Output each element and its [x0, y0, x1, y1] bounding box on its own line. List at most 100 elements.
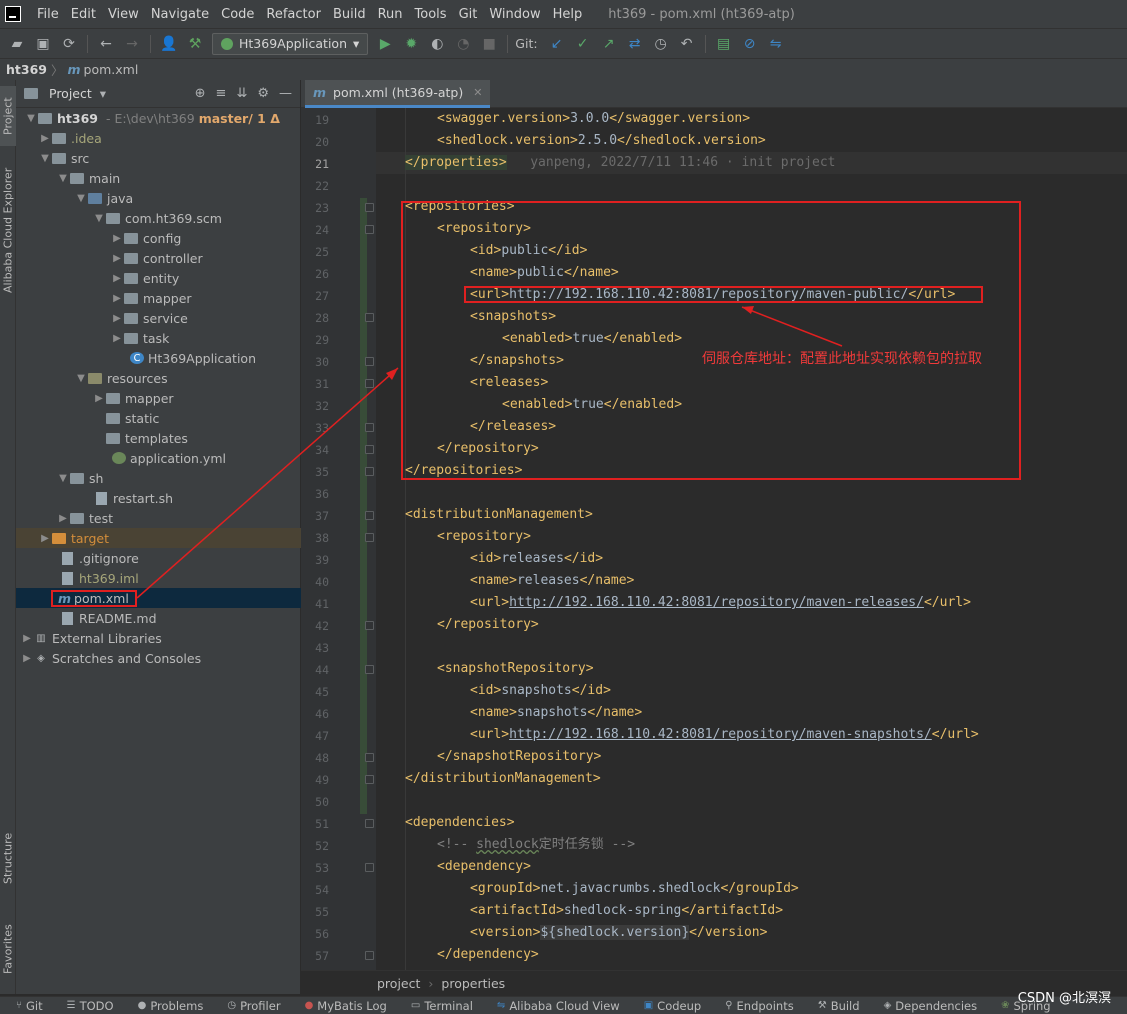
- close-icon[interactable]: ✕: [473, 86, 482, 99]
- fold-marker-icon[interactable]: [365, 665, 374, 674]
- chevron-right-icon[interactable]: ▶: [92, 393, 106, 404]
- chevron-down-icon[interactable]: ▼: [74, 193, 88, 204]
- run-icon[interactable]: ▶: [374, 33, 396, 55]
- chevron-right-icon[interactable]: ▶: [110, 253, 124, 264]
- open-folder-icon[interactable]: ▰: [6, 33, 28, 55]
- git-push-icon[interactable]: ↗: [598, 33, 620, 55]
- save-icon[interactable]: ▣: [32, 33, 54, 55]
- crumb-properties[interactable]: properties: [441, 976, 505, 991]
- chevron-right-icon[interactable]: ▶: [20, 653, 34, 664]
- fold-marker-icon[interactable]: [365, 533, 374, 542]
- tree-node-service[interactable]: ▶ service: [16, 308, 301, 328]
- tree-node-mapper[interactable]: ▶ mapper: [16, 288, 301, 308]
- tool-endpoints[interactable]: ⚲ Endpoints: [725, 999, 794, 1013]
- fold-marker-icon[interactable]: [365, 467, 374, 476]
- chevron-right-icon[interactable]: ▶: [110, 333, 124, 344]
- tree-node-config[interactable]: ▶ config: [16, 228, 301, 248]
- forward-icon[interactable]: →: [121, 33, 143, 55]
- chevron-right-icon[interactable]: ▶: [110, 273, 124, 284]
- tab-pom-xml[interactable]: m pom.xml (ht369-atp) ✕: [305, 80, 491, 108]
- tool-tab-structure[interactable]: Structure: [0, 828, 16, 888]
- chevron-right-icon[interactable]: ▶: [110, 293, 124, 304]
- tree-node-idea[interactable]: ▶ .idea: [16, 128, 301, 148]
- tree-node-application-class[interactable]: C Ht369Application: [16, 348, 301, 368]
- tool-tab-project[interactable]: Project: [0, 86, 16, 146]
- menu-build[interactable]: Build: [327, 7, 372, 22]
- project-panel-title[interactable]: Project: [49, 86, 92, 101]
- fold-marker-icon[interactable]: [365, 225, 374, 234]
- menu-tools[interactable]: Tools: [409, 7, 453, 22]
- tool-terminal[interactable]: ▭ Terminal: [411, 999, 473, 1013]
- sync-icon[interactable]: ⟳: [58, 33, 80, 55]
- tree-node-application-yml[interactable]: application.yml: [16, 448, 301, 468]
- git-update-icon[interactable]: ↙: [546, 33, 568, 55]
- tree-node-static[interactable]: static: [16, 408, 301, 428]
- tree-node-src[interactable]: ▼ src: [16, 148, 301, 168]
- chevron-right-icon[interactable]: ▶: [110, 233, 124, 244]
- fold-marker-icon[interactable]: [365, 819, 374, 828]
- tool-mybatis-log[interactable]: ● MyBatis Log: [305, 999, 387, 1013]
- cloud-link-icon[interactable]: ⇋: [765, 33, 787, 55]
- tree-node-readme[interactable]: README.md: [16, 608, 301, 628]
- tool-profiler[interactable]: ◷ Profiler: [227, 999, 280, 1013]
- tree-node-templates[interactable]: templates: [16, 428, 301, 448]
- tree-node-package[interactable]: ▼ com.ht369.scm: [16, 208, 301, 228]
- menu-window[interactable]: Window: [483, 7, 546, 22]
- stop-icon[interactable]: ■: [478, 33, 500, 55]
- coverage-icon[interactable]: ◐: [426, 33, 448, 55]
- menu-edit[interactable]: Edit: [65, 7, 102, 22]
- fold-marker-icon[interactable]: [365, 753, 374, 762]
- debug-icon[interactable]: ✹: [400, 33, 422, 55]
- tool-alibaba-cloud-view[interactable]: ⇋ Alibaba Cloud View: [497, 999, 620, 1013]
- tool-dependencies[interactable]: ◈ Dependencies: [884, 999, 978, 1013]
- fold-marker-icon[interactable]: [365, 445, 374, 454]
- tool-tab-alibaba-cloud[interactable]: Alibaba Cloud Explorer: [0, 160, 16, 300]
- chevron-down-icon[interactable]: ▼: [56, 473, 70, 484]
- tree-node-sh[interactable]: ▼ sh: [16, 468, 301, 488]
- chevron-right-icon[interactable]: ▶: [20, 633, 34, 644]
- gear-icon[interactable]: ⚙: [257, 86, 269, 101]
- fold-marker-icon[interactable]: [365, 203, 374, 212]
- menu-file[interactable]: File: [31, 7, 65, 22]
- menu-navigate[interactable]: Navigate: [145, 7, 215, 22]
- tree-node-restart[interactable]: restart.sh: [16, 488, 301, 508]
- locate-icon[interactable]: ⊕: [195, 86, 206, 101]
- chevron-down-icon[interactable]: ▼: [56, 173, 70, 184]
- tree-node-task[interactable]: ▶ task: [16, 328, 301, 348]
- run-configuration-select[interactable]: Ht369Application ▾: [212, 32, 369, 55]
- tree-node-res-mapper[interactable]: ▶ mapper: [16, 388, 301, 408]
- chevron-down-icon[interactable]: ▾: [100, 86, 106, 101]
- chevron-down-icon[interactable]: ▼: [38, 153, 52, 164]
- tree-node-java[interactable]: ▼ java: [16, 188, 301, 208]
- tool-tab-favorites[interactable]: Favorites: [0, 914, 16, 984]
- fold-marker-icon[interactable]: [365, 775, 374, 784]
- menu-git[interactable]: Git: [453, 7, 484, 22]
- menu-refactor[interactable]: Refactor: [260, 7, 327, 22]
- fold-marker-icon[interactable]: [365, 863, 374, 872]
- tree-node-resources[interactable]: ▼ resources: [16, 368, 301, 388]
- menu-view[interactable]: View: [102, 7, 145, 22]
- fold-marker-icon[interactable]: [365, 621, 374, 630]
- chevron-down-icon[interactable]: ▼: [24, 113, 38, 124]
- menu-help[interactable]: Help: [547, 7, 589, 22]
- tree-node-scratches[interactable]: ▶ ◈ Scratches and Consoles: [16, 648, 301, 668]
- menu-code[interactable]: Code: [215, 7, 260, 22]
- history-icon[interactable]: ◷: [650, 33, 672, 55]
- tree-node-gitignore[interactable]: .gitignore: [16, 548, 301, 568]
- git-commit-icon[interactable]: ✓: [572, 33, 594, 55]
- tool-git[interactable]: ⑂ Git: [16, 999, 43, 1013]
- back-icon[interactable]: ←: [95, 33, 117, 55]
- chevron-right-icon[interactable]: ▶: [110, 313, 124, 324]
- fold-marker-icon[interactable]: [365, 951, 374, 960]
- build-hammer-icon[interactable]: ⚒: [184, 33, 206, 55]
- tree-node-entity[interactable]: ▶ entity: [16, 268, 301, 288]
- breadcrumb-project[interactable]: ht369: [6, 62, 47, 77]
- fold-marker-icon[interactable]: [365, 313, 374, 322]
- tree-node-test[interactable]: ▶ test: [16, 508, 301, 528]
- crumb-project[interactable]: project: [377, 976, 420, 991]
- tree-node-target[interactable]: ▶ target: [16, 528, 301, 548]
- fold-marker-icon[interactable]: [365, 357, 374, 366]
- tool-build[interactable]: ⚒ Build: [818, 999, 860, 1013]
- chevron-down-icon[interactable]: ▼: [74, 373, 88, 384]
- fold-marker-icon[interactable]: [365, 423, 374, 432]
